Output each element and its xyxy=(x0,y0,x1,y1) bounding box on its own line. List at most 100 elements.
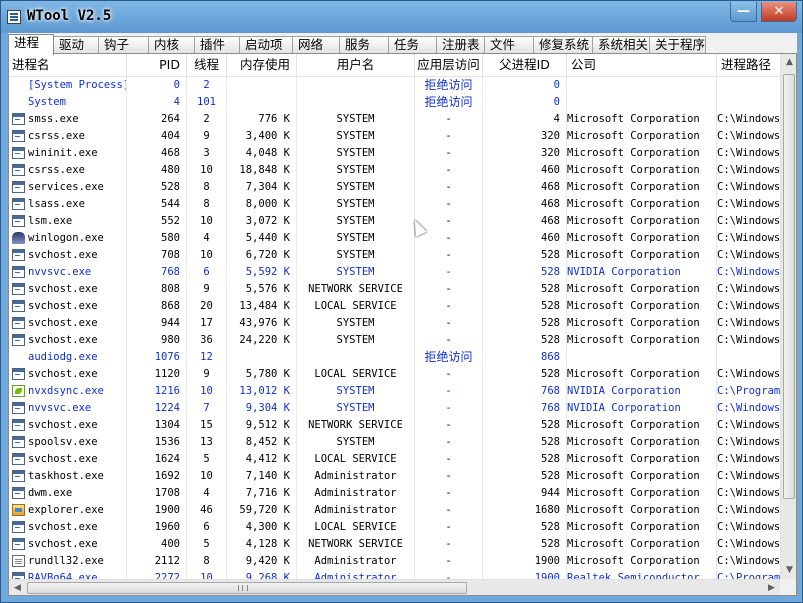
table-row[interactable]: wininit.exe 468 3 4,048 K SYSTEM -320 Microsof… xyxy=(9,145,796,162)
cell-app-access: - xyxy=(415,179,483,196)
cell-user-name: SYSTEM xyxy=(297,230,415,247)
process-name-text: svchost.exe xyxy=(28,538,98,550)
table-row[interactable]: svchost.exe 944 17 43,976 K SYSTEM -528 Micros… xyxy=(9,315,796,332)
process-list[interactable]: 进程名 PID 线程 内存使用 用户名 应用层访问 父进程ID 公司 进程路径 [System … xyxy=(8,53,797,596)
tab-11[interactable]: 文件 xyxy=(484,36,534,53)
cell-pid: 1224 xyxy=(127,400,187,417)
window-app-icon xyxy=(12,487,25,499)
table-row[interactable]: dwm.exe 1708 4 7,716 K Administrator -944 Micr… xyxy=(9,485,796,502)
table-row[interactable]: nvvsvc.exe 768 6 5,592 K SYSTEM -528 NVIDIA Co… xyxy=(9,264,796,281)
vertical-scroll-thumb[interactable] xyxy=(783,74,795,499)
title-bar[interactable]: WTool V2.5 — ✕ xyxy=(1,1,802,33)
cell-user-name: SYSTEM xyxy=(297,383,415,400)
scroll-right-arrow[interactable]: ▶ xyxy=(763,580,780,595)
cell-parent-pid: 468 xyxy=(483,179,567,196)
column-header-app-access[interactable]: 应用层访问 xyxy=(415,54,483,76)
table-row[interactable]: services.exe 528 8 7,304 K SYSTEM -468 Microso… xyxy=(9,179,796,196)
vertical-scrollbar[interactable]: ▲ ▼ xyxy=(780,54,796,579)
scroll-down-arrow[interactable]: ▼ xyxy=(781,562,796,579)
cell-memory: 59,720 K xyxy=(227,502,297,519)
cell-threads: 6 xyxy=(187,264,227,281)
column-header-pid[interactable]: PID xyxy=(127,54,187,76)
column-header-user-name[interactable]: 用户名 xyxy=(297,54,415,76)
process-name-text: svchost.exe xyxy=(28,521,98,533)
tab-10[interactable]: 注册表 xyxy=(436,36,485,53)
horizontal-scrollbar[interactable]: ◀ ▶ xyxy=(9,579,780,595)
cell-user-name xyxy=(297,94,415,111)
cell-user-name xyxy=(297,349,415,366)
table-row[interactable]: csrss.exe 480 10 18,848 K SYSTEM -460 Microsof… xyxy=(9,162,796,179)
cell-process-name: svchost.exe xyxy=(9,247,127,264)
table-row[interactable]: audiodg.exe 1076 12 拒绝访问 868 xyxy=(9,349,796,366)
table-row[interactable]: svchost.exe 1304 15 9,512 K NETWORK SERVICE -… xyxy=(9,417,796,434)
table-row[interactable]: svchost.exe 868 20 13,484 K LOCAL SERVICE -52… xyxy=(9,298,796,315)
table-row[interactable]: svchost.exe 1960 6 4,300 K LOCAL SERVICE -528… xyxy=(9,519,796,536)
table-row[interactable]: winlogon.exe 580 4 5,440 K SYSTEM -460 Microso… xyxy=(9,230,796,247)
tab-8[interactable]: 服务 xyxy=(339,36,389,53)
cell-user-name: Administrator xyxy=(297,502,415,519)
cell-app-access: - xyxy=(415,247,483,264)
window-app-icon xyxy=(12,436,25,448)
cell-parent-pid: 468 xyxy=(483,196,567,213)
table-row[interactable]: svchost.exe 808 9 5,576 K NETWORK SERVICE -52… xyxy=(9,281,796,298)
column-header-parent-pid[interactable]: 父进程ID xyxy=(483,54,567,76)
table-row[interactable]: taskhost.exe 1692 10 7,140 K Administrator -5… xyxy=(9,468,796,485)
column-header-company[interactable]: 公司 xyxy=(567,54,717,76)
cell-process-name: svchost.exe xyxy=(9,315,127,332)
tab-12[interactable]: 修复系统 xyxy=(533,36,593,53)
tab-13[interactable]: 系统相关 xyxy=(592,36,650,53)
table-row[interactable]: [System Process] 0 2 拒绝访问 0 xyxy=(9,77,796,94)
window-app-icon xyxy=(12,317,25,329)
cell-company: NVIDIA Corporation xyxy=(567,383,717,400)
process-name-text: nvvsvc.exe xyxy=(28,266,92,278)
table-row[interactable]: svchost.exe 1120 9 5,780 K LOCAL SERVICE -528… xyxy=(9,366,796,383)
tab-1[interactable]: 进程 xyxy=(8,34,54,55)
tab-4[interactable]: 内核 xyxy=(148,36,195,53)
table-row[interactable]: lsass.exe 544 8 8,000 K SYSTEM -468 Microsoft … xyxy=(9,196,796,213)
table-row[interactable]: smss.exe 264 2 776 K SYSTEM -4 Microsoft Corpo… xyxy=(9,111,796,128)
cell-memory: 13,012 K xyxy=(227,383,297,400)
table-row[interactable]: svchost.exe 980 36 24,220 K SYSTEM -528 Micros… xyxy=(9,332,796,349)
table-row[interactable]: spoolsv.exe 1536 13 8,452 K SYSTEM -528 Micros… xyxy=(9,434,796,451)
close-button[interactable]: ✕ xyxy=(761,2,797,22)
cell-pid: 1216 xyxy=(127,383,187,400)
column-header-threads[interactable]: 线程 xyxy=(187,54,227,76)
cell-company xyxy=(567,349,717,366)
column-header-memory[interactable]: 内存使用 xyxy=(227,54,297,76)
tab-7[interactable]: 网络 xyxy=(292,36,340,53)
tab-9[interactable]: 任务 xyxy=(388,36,437,53)
tab-6[interactable]: 启动项 xyxy=(239,36,293,53)
cell-user-name: Administrator xyxy=(297,485,415,502)
table-row[interactable]: nvvsvc.exe 1224 7 9,304 K SYSTEM -768 NVIDIA C… xyxy=(9,400,796,417)
cell-company: Microsoft Corporation xyxy=(567,553,717,570)
cell-company: Microsoft Corporation xyxy=(567,281,717,298)
tab-14[interactable]: 关于程序 xyxy=(649,36,706,53)
table-row[interactable]: svchost.exe 708 10 6,720 K SYSTEM -528 Microso… xyxy=(9,247,796,264)
tab-2[interactable]: 驱动 xyxy=(53,36,99,53)
tab-5[interactable]: 插件 xyxy=(194,36,240,53)
table-row[interactable]: nvxdsync.exe 1216 10 13,012 K SYSTEM -768 NVID… xyxy=(9,383,796,400)
scroll-up-arrow[interactable]: ▲ xyxy=(781,54,796,71)
tab-3[interactable]: 钩子 xyxy=(98,36,149,53)
table-row[interactable]: System 4 101 拒绝访问 0 xyxy=(9,94,796,111)
minimize-button[interactable]: — xyxy=(730,2,757,22)
table-row[interactable]: svchost.exe 400 5 4,128 K NETWORK SERVICE -52… xyxy=(9,536,796,553)
cell-parent-pid: 460 xyxy=(483,162,567,179)
cell-threads: 6 xyxy=(187,519,227,536)
table-row[interactable]: explorer.exe 1900 46 59,720 K Administrator -… xyxy=(9,502,796,519)
scroll-left-arrow[interactable]: ◀ xyxy=(9,580,26,595)
cell-app-access: - xyxy=(415,553,483,570)
cell-threads: 8 xyxy=(187,196,227,213)
table-row[interactable]: csrss.exe 404 9 3,400 K SYSTEM -320 Microsoft … xyxy=(9,128,796,145)
cell-threads: 10 xyxy=(187,247,227,264)
process-name-text: winlogon.exe xyxy=(28,232,104,244)
cell-threads: 5 xyxy=(187,451,227,468)
cell-company: Microsoft Corporation xyxy=(567,468,717,485)
table-row[interactable]: lsm.exe 552 10 3,072 K SYSTEM -468 Microsoft C… xyxy=(9,213,796,230)
cell-memory: 776 K xyxy=(227,111,297,128)
column-header-process-name[interactable]: 进程名 xyxy=(9,54,127,76)
horizontal-scroll-thumb[interactable] xyxy=(27,582,467,594)
table-row[interactable]: svchost.exe 1624 5 4,412 K LOCAL SERVICE -528… xyxy=(9,451,796,468)
table-row[interactable]: rundll32.exe 2112 8 9,420 K Administrator -19… xyxy=(9,553,796,570)
cell-app-access: 拒绝访问 xyxy=(415,94,483,111)
